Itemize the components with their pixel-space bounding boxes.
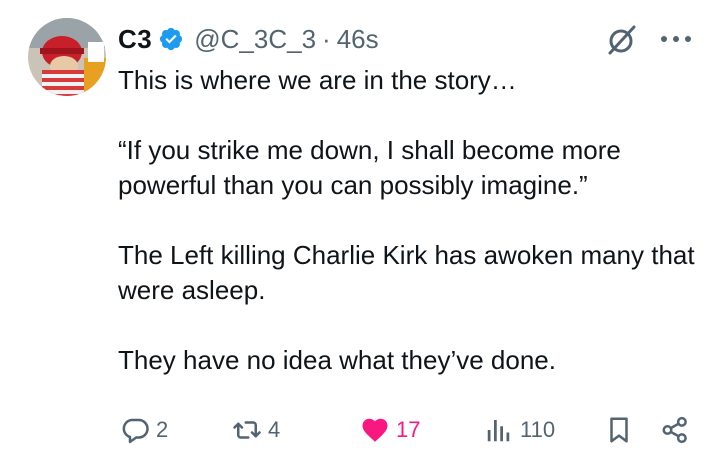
bookmark-icon [610, 417, 628, 443]
author-handle[interactable]: @C_3C_3 [194, 24, 316, 55]
views-button[interactable]: 110 [484, 412, 555, 448]
bookmark-button[interactable] [604, 412, 634, 448]
tweet-paragraph: They have no idea what they’ve done. [118, 345, 556, 375]
grok-icon[interactable] [604, 22, 640, 58]
timestamp[interactable]: 46s [337, 24, 379, 55]
like-count: 17 [396, 417, 421, 442]
heart-icon [362, 418, 388, 442]
views-count: 110 [520, 417, 556, 442]
verified-badge-icon[interactable] [158, 26, 184, 52]
views-icon [487, 420, 510, 442]
tweet-body: This is where we are in the story… “If y… [118, 63, 698, 378]
repost-count: 4 [268, 417, 281, 442]
author-display-name[interactable]: C3 [118, 24, 152, 55]
action-bar: 2 4 17 110 [0, 412, 720, 448]
tweet-paragraph: “If you strike me down, I shall become m… [118, 135, 621, 200]
avatar-image [28, 18, 106, 96]
reply-count: 2 [156, 417, 169, 442]
more-icon[interactable] [656, 28, 696, 50]
repost-icon [233, 421, 261, 439]
like-button[interactable]: 17 [360, 412, 420, 448]
reply-button[interactable]: 2 [120, 412, 168, 448]
header-separator: · [322, 23, 331, 54]
avatar[interactable] [28, 18, 106, 96]
share-icon [662, 416, 687, 444]
reply-icon [122, 418, 149, 444]
tweet-paragraph: The Left killing Charlie Kirk has awoken… [118, 240, 695, 305]
tweet-header: C3 @C_3C_3 · 46s [118, 22, 379, 56]
repost-button[interactable]: 4 [232, 412, 280, 448]
tweet-paragraph: This is where we are in the story… [118, 65, 517, 95]
share-button[interactable] [660, 412, 690, 448]
